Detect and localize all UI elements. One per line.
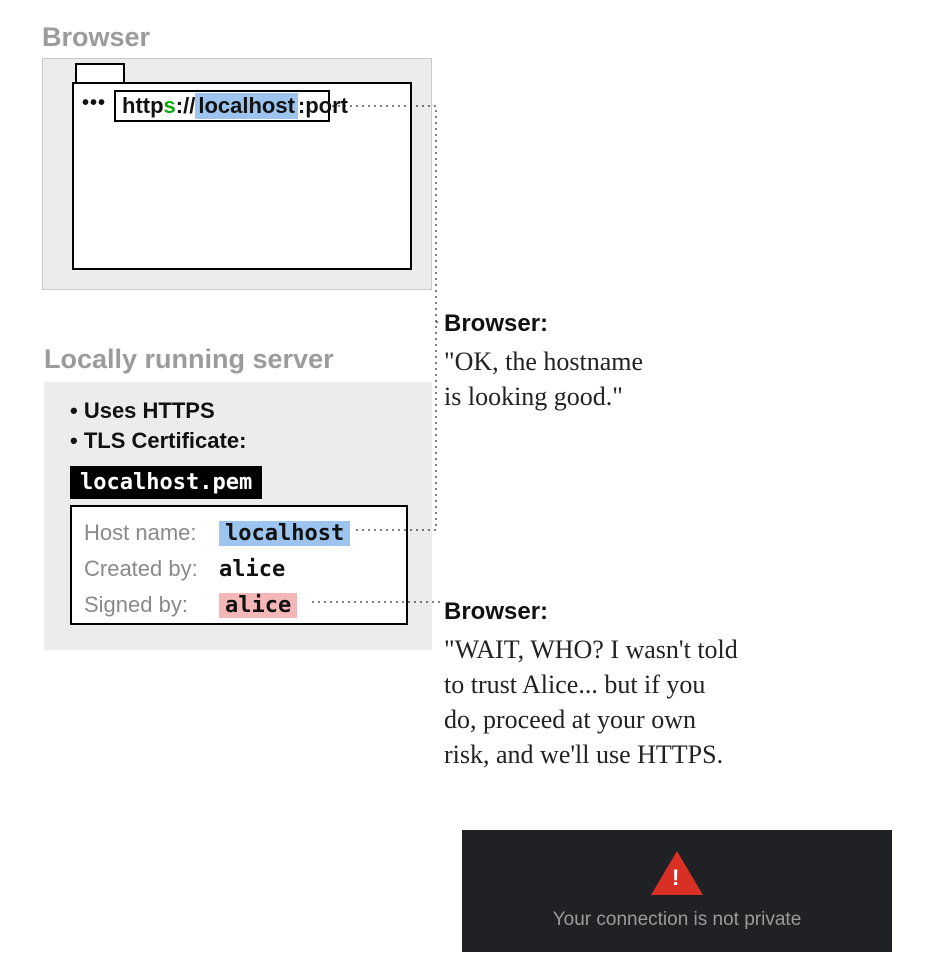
cert-signed-val: alice [219,593,297,618]
callout1-speaker: Browser: [444,310,548,338]
warning-triangle-icon: ! [651,851,703,895]
warning-text: Your connection is not private [553,909,802,931]
browser-tab [75,63,125,82]
toolbar-menu-dots: ••• [82,92,106,115]
browser-section-title: Browser [42,22,150,53]
url-sep: :// [176,93,196,119]
address-bar[interactable]: https://localhost:port [114,90,330,122]
server-bullets: • Uses HTTPS • TLS Certificate: [70,396,246,455]
callout2-line2: to trust Alice... but if you [444,667,904,702]
warning-exclamation: ! [672,865,679,891]
cert-created-key: Created by: [84,556,219,582]
url-s: s [164,93,176,119]
cert-row-host: Host name: localhost [84,515,394,551]
diagram-stage: Browser ••• https://localhost:port Local… [0,0,939,978]
callout2-line3: do, proceed at your own [444,702,904,737]
browser-warning-dialog: ! Your connection is not private [462,830,892,952]
cert-signed-key: Signed by: [84,592,219,618]
callout2-speaker: Browser: [444,598,548,626]
cert-row-signed: Signed by: alice [84,587,394,623]
url-prefix: http [122,93,164,119]
server-section-title: Locally running server [44,344,334,375]
callout1-text: "OK, the hostname is looking good." [444,344,774,414]
cert-details-box: Host name: localhost Created by: alice S… [70,505,408,625]
callout2-line4: risk, and we'll use HTTPS. [444,737,904,772]
bullet-uses-https: • Uses HTTPS [70,396,246,426]
url-host: localhost [195,93,298,119]
callout1-line1: "OK, the hostname [444,344,774,379]
cert-created-val: alice [219,557,285,582]
url-suffix: :port [298,93,348,119]
callout2-text: "WAIT, WHO? I wasn't told to trust Alice… [444,632,904,772]
cert-host-key: Host name: [84,520,219,546]
callout2-line1: "WAIT, WHO? I wasn't told [444,632,904,667]
bullet-tls-cert: • TLS Certificate: [70,426,246,456]
callout1-line2: is looking good." [444,379,774,414]
cert-row-created: Created by: alice [84,551,394,587]
cert-host-val: localhost [219,521,350,546]
cert-file-name: localhost.pem [70,466,262,499]
